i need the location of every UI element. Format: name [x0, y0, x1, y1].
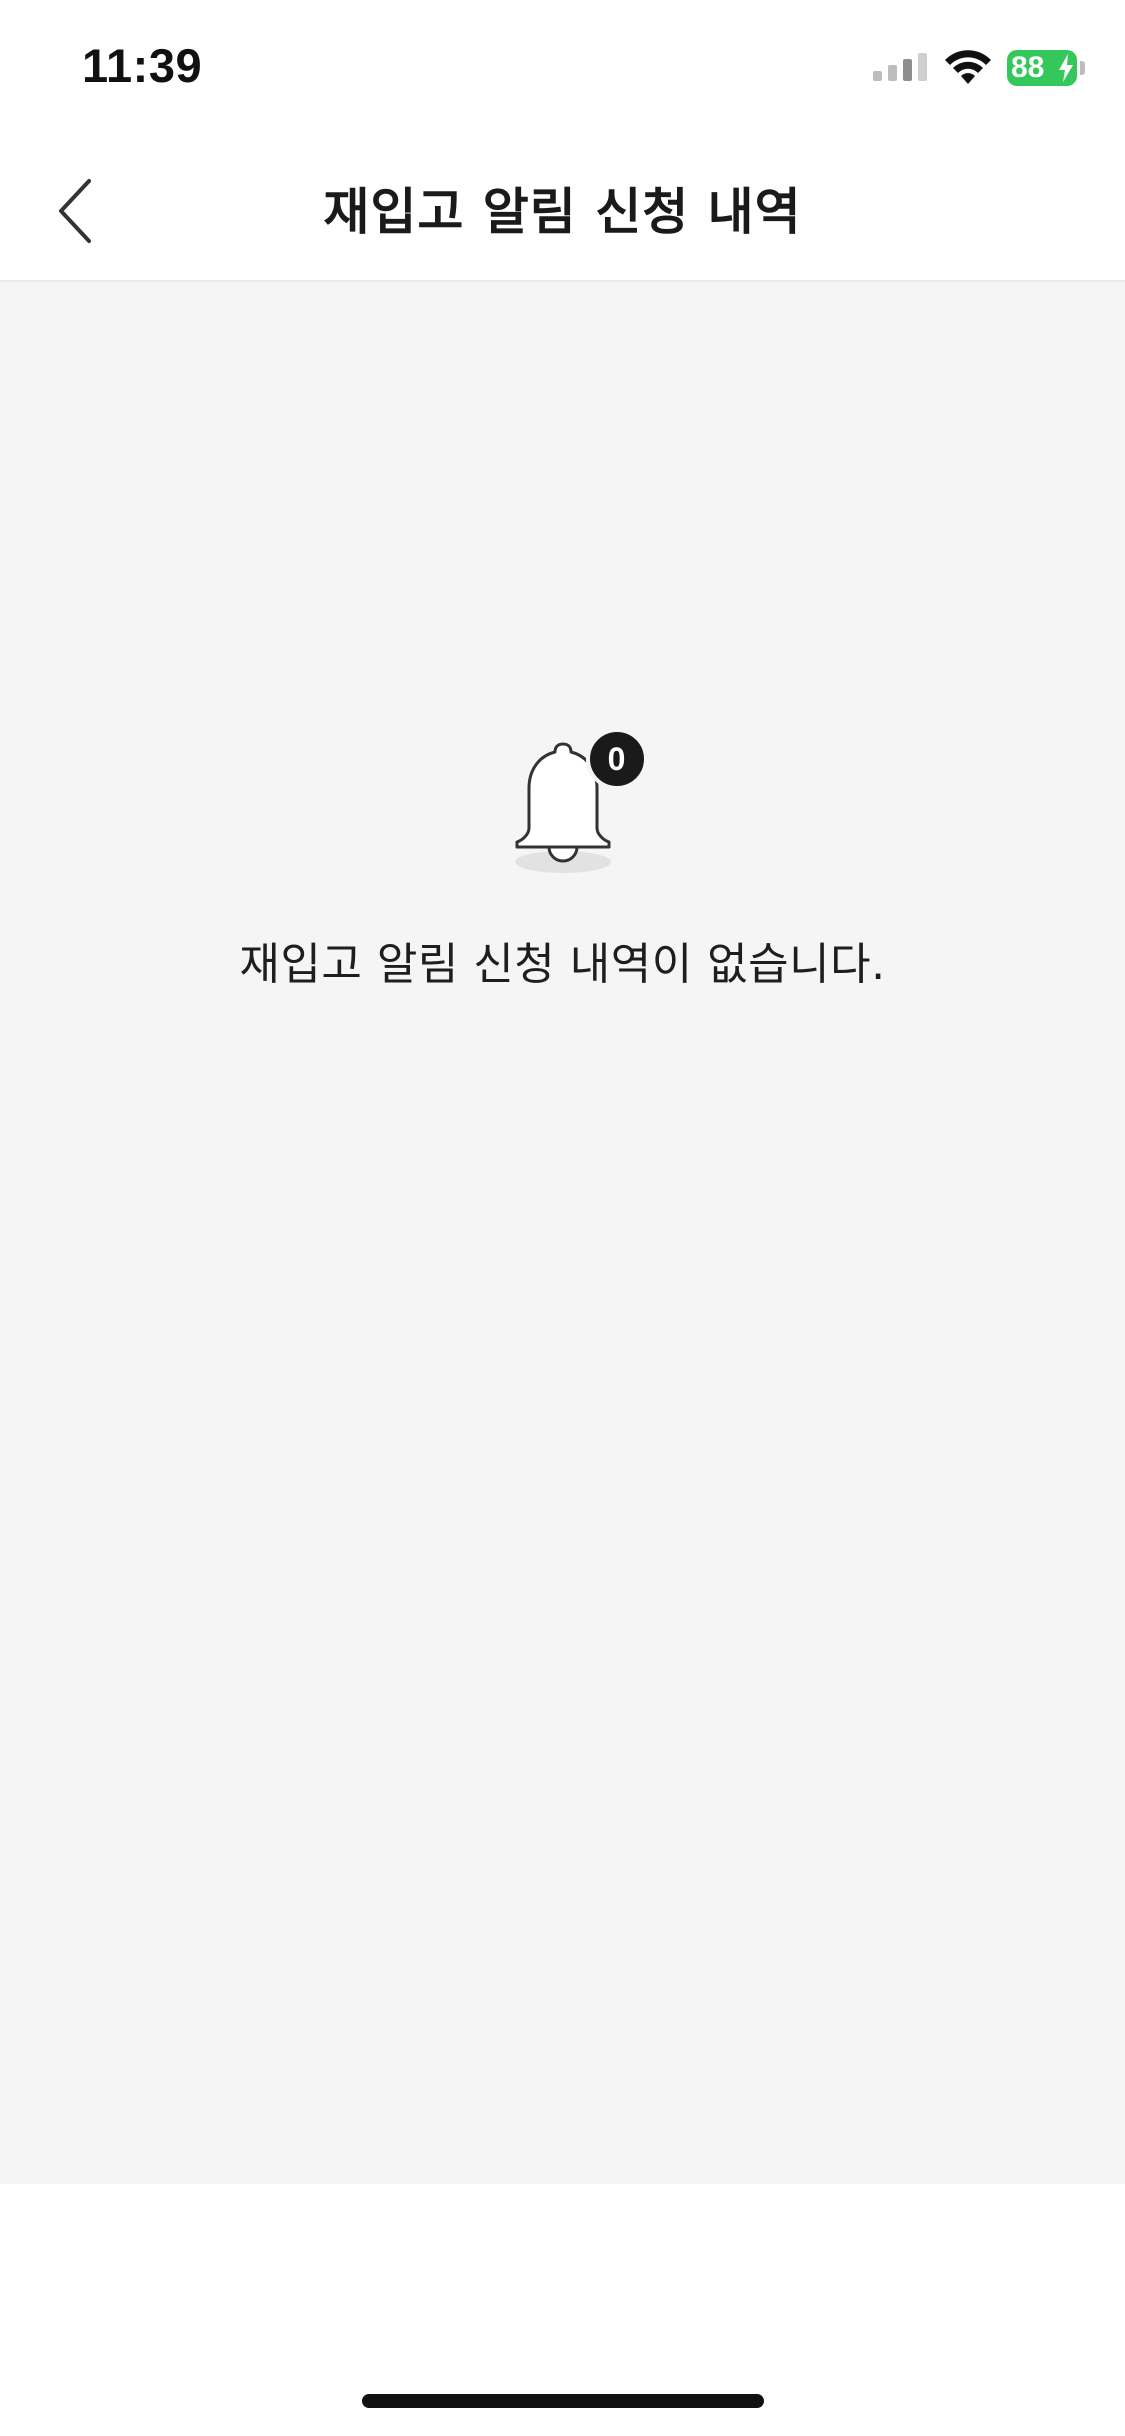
wifi-icon: [945, 50, 991, 84]
charging-bolt-icon: [1059, 54, 1073, 82]
battery-icon: 88: [1007, 50, 1077, 86]
empty-state: 0 재입고 알림 신청 내역이 없습니다.: [0, 722, 1125, 992]
content-area: 0 재입고 알림 신청 내역이 없습니다.: [0, 282, 1125, 2184]
empty-state-message: 재입고 알림 신청 내역이 없습니다.: [239, 939, 886, 990]
bell-illustration: 0: [483, 722, 648, 882]
navigation-bar: 재입고 알림 신청 내역: [0, 140, 1125, 282]
battery-nub: [1080, 61, 1085, 75]
status-icons: 88: [873, 46, 1085, 90]
status-time: 11:39: [82, 39, 203, 92]
cellular-signal-icon: [873, 53, 927, 81]
home-indicator[interactable]: [362, 2394, 764, 2408]
battery-level: 88: [1011, 51, 1045, 84]
status-bar: 11:39 88: [0, 0, 1125, 140]
page-title: 재입고 알림 신청 내역: [323, 183, 802, 241]
notification-count-badge: 0: [585, 728, 648, 790]
